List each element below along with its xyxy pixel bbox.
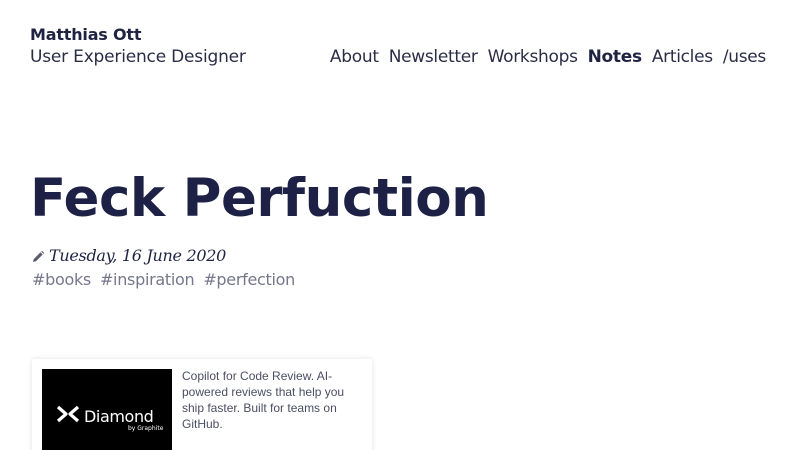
- main-nav: About Newsletter Workshops Notes Article…: [330, 47, 766, 67]
- nav-item-notes[interactable]: Notes: [588, 47, 642, 67]
- nav-item-about[interactable]: About: [330, 47, 379, 67]
- site-name-link[interactable]: Matthias Ott: [30, 25, 141, 44]
- diamond-x-icon: [56, 405, 80, 427]
- site-header: Matthias Ott User Experience Designer Ab…: [30, 25, 766, 73]
- nav-item-articles[interactable]: Articles: [652, 47, 713, 67]
- date-text[interactable]: Tuesday, 16 June 2020: [49, 246, 226, 265]
- ad-brand-sub: by Graphite: [128, 425, 164, 432]
- site-role: User Experience Designer: [30, 47, 246, 67]
- pencil-icon: [31, 249, 45, 263]
- ad-card: Diamond by Graphite Copilot for Code Rev…: [32, 359, 372, 450]
- nav-item-newsletter[interactable]: Newsletter: [389, 47, 478, 67]
- page-title: Feck Perfuction: [30, 168, 489, 229]
- tag-link[interactable]: #books: [32, 270, 91, 289]
- ad-text[interactable]: Copilot for Code Review. AI-powered revi…: [182, 368, 354, 432]
- tag-list: #books #inspiration #perfection: [32, 270, 295, 289]
- tag-link[interactable]: #inspiration: [100, 270, 195, 289]
- ad-logo: Diamond: [56, 405, 154, 427]
- post-date: Tuesday, 16 June 2020: [31, 246, 226, 265]
- nav-item-workshops[interactable]: Workshops: [488, 47, 578, 67]
- ad-image[interactable]: Diamond by Graphite: [42, 369, 172, 450]
- ad-brand: Diamond: [84, 406, 154, 426]
- nav-item-uses[interactable]: /uses: [723, 47, 766, 67]
- tag-link[interactable]: #perfection: [203, 270, 295, 289]
